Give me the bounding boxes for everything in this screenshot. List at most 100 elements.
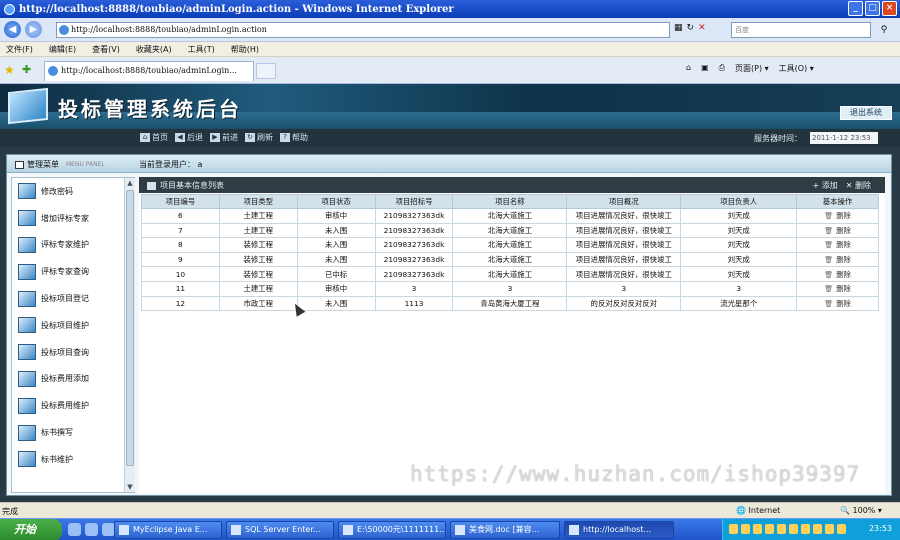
row-delete-button[interactable]: 🗑 删除: [796, 280, 879, 297]
nav-home-label: 首页: [152, 133, 168, 142]
stop-icon[interactable]: ✕: [698, 23, 706, 33]
row-delete-button[interactable]: 🗑 删除: [796, 251, 879, 268]
tab-title: http://localhost:8888/toubiao/adminLogin…: [61, 66, 237, 75]
sidebar-item-query-expert[interactable]: 评标专家查询: [12, 258, 124, 285]
address-input[interactable]: http://localhost:8888/toubiao/adminLogin…: [56, 22, 670, 38]
scroll-up-icon[interactable]: ▲: [125, 178, 135, 188]
cell: 北海大道施工: [452, 222, 568, 239]
taskbar-item-sqlserver[interactable]: SQL Server Enter...: [226, 521, 334, 539]
menu-favorites[interactable]: 收藏夹(A): [136, 44, 172, 55]
watermark: https://www.huzhan.com/ishop39397: [410, 462, 861, 486]
tray-icon[interactable]: [765, 524, 774, 534]
taskbar-item-myeclipse[interactable]: MyEclipse Java E...: [114, 521, 222, 539]
quick-launch-ie-icon[interactable]: [68, 523, 81, 536]
quick-launch-desktop-icon[interactable]: [85, 523, 98, 536]
tray-icon[interactable]: [825, 524, 834, 534]
sidebar-item-maintain-project[interactable]: 投标项目维护: [12, 312, 124, 339]
taskbar-item-folder[interactable]: E:\50000元\1111111...: [338, 521, 446, 539]
tools-menu[interactable]: 工具(O) ▾: [779, 63, 814, 74]
sidebar-item-maintain-fee[interactable]: 投标费用维护: [12, 392, 124, 419]
zoom-control[interactable]: 🔍 100% ▾: [840, 506, 882, 515]
nav-help[interactable]: ? 帮助: [280, 132, 308, 143]
compat-icon[interactable]: ▦: [674, 23, 683, 33]
cell: 审核中: [296, 280, 376, 297]
nav-home[interactable]: ⌂ 首页: [140, 132, 168, 143]
menu-item-icon: [18, 370, 36, 387]
address-text: http://localhost:8888/toubiao/adminLogin…: [71, 25, 267, 34]
favorites-star-icon[interactable]: ★: [4, 63, 15, 77]
row-delete-button[interactable]: 🗑 删除: [796, 237, 879, 253]
trash-icon: 🗑: [824, 241, 834, 250]
menu-item-icon: [18, 290, 36, 307]
menu-item-icon: [18, 210, 36, 227]
sidebar-item-write-bid[interactable]: 标书撰写: [12, 419, 124, 446]
list-icon: [147, 181, 156, 190]
nav-refresh[interactable]: ↻ 刷新: [245, 132, 273, 143]
print-icon[interactable]: ⎙: [719, 63, 725, 74]
row-delete-button[interactable]: 🗑 删除: [796, 266, 879, 282]
sidebar-item-change-password[interactable]: 修改密码: [12, 178, 124, 205]
tray-icon[interactable]: [741, 524, 750, 534]
cell: 9: [141, 251, 220, 268]
monitor-logo-icon: [8, 87, 48, 125]
row-delete-button[interactable]: 🗑 删除: [796, 208, 879, 224]
scroll-thumb[interactable]: [126, 190, 134, 466]
sidebar-item-add-fee[interactable]: 投标费用添加: [12, 366, 124, 393]
sidebar-item-maintain-expert[interactable]: 评标专家维护: [12, 232, 124, 259]
taskbar-item-ie[interactable]: http://localhost...: [564, 521, 674, 539]
menu-item-icon: [18, 424, 36, 441]
tray-icon[interactable]: [837, 524, 846, 534]
close-button[interactable]: ×: [882, 1, 897, 16]
forward-button[interactable]: ▶: [25, 21, 42, 38]
refresh-icon[interactable]: ↻: [687, 23, 695, 33]
tray-icon[interactable]: [801, 524, 810, 534]
maximize-button[interactable]: □: [865, 1, 880, 16]
taskbar-item-word[interactable]: 美食网.doc [兼容...: [450, 521, 560, 539]
start-button[interactable]: 开始: [0, 519, 62, 540]
cell: 审核中: [296, 208, 376, 224]
menu-view[interactable]: 查看(V): [92, 44, 120, 55]
minimize-button[interactable]: _: [848, 1, 863, 16]
back-button[interactable]: ◀: [4, 21, 21, 38]
home-icon[interactable]: ⌂: [686, 63, 691, 74]
add-favorite-icon[interactable]: ✚: [22, 63, 31, 76]
new-tab-button[interactable]: [256, 63, 276, 79]
tray-icon[interactable]: [789, 524, 798, 534]
sidebar-item-query-project[interactable]: 投标项目查询: [12, 339, 124, 366]
taskbar-label: 美食网.doc [兼容...: [469, 525, 540, 534]
logout-button[interactable]: 退出系统: [840, 106, 892, 120]
window-titlebar: http://localhost:8888/toubiao/adminLogin…: [0, 0, 900, 18]
row-delete-button[interactable]: 🗑 删除: [796, 295, 879, 312]
sidebar-item-maintain-bid[interactable]: 标书维护: [12, 446, 124, 473]
app-icon: [119, 525, 129, 535]
add-label: 添加: [821, 181, 838, 190]
page-menu[interactable]: 页面(P) ▾: [735, 63, 769, 74]
tab-row: ★ ✚ http://localhost:8888/toubiao/adminL…: [0, 57, 900, 84]
sidebar-item-register-project[interactable]: 投标项目登记: [12, 285, 124, 312]
cell: 21098327363dk: [374, 266, 454, 282]
nav-back[interactable]: ◀ 后退: [175, 132, 203, 143]
sidebar-item-label: 修改密码: [41, 186, 73, 196]
cell: 装修工程: [218, 251, 298, 268]
browser-tab[interactable]: http://localhost:8888/toubiao/adminLogin…: [44, 61, 254, 81]
tray-icon[interactable]: [729, 524, 738, 534]
add-button[interactable]: + 添加: [813, 180, 838, 191]
menu-file[interactable]: 文件(F): [6, 44, 33, 55]
nav-forward[interactable]: ▶ 前进: [210, 132, 238, 143]
menu-tools[interactable]: 工具(T): [188, 44, 215, 55]
tray-icon[interactable]: [753, 524, 762, 534]
search-icon[interactable]: ⚲: [873, 22, 895, 38]
tray-icon[interactable]: [813, 524, 822, 534]
sidebar-scrollbar[interactable]: ▲ ▼: [124, 178, 135, 492]
delete-all-button[interactable]: ✕ 删除: [846, 180, 871, 191]
search-input[interactable]: 百度: [731, 22, 871, 38]
nav-back-label: 后退: [187, 133, 203, 142]
feeds-icon[interactable]: ▣: [701, 63, 709, 74]
menu-edit[interactable]: 编辑(E): [49, 44, 76, 55]
sidebar-item-add-expert[interactable]: 增加评标专家: [12, 205, 124, 232]
table-row: 6 土建工程 审核中 21098327363dk 北海大道施工 项目进展情况良好，很快竣工…: [141, 208, 879, 224]
scroll-down-icon[interactable]: ▼: [125, 482, 135, 492]
row-delete-button[interactable]: 🗑 删除: [796, 222, 879, 239]
tray-icon[interactable]: [777, 524, 786, 534]
menu-help[interactable]: 帮助(H): [231, 44, 259, 55]
